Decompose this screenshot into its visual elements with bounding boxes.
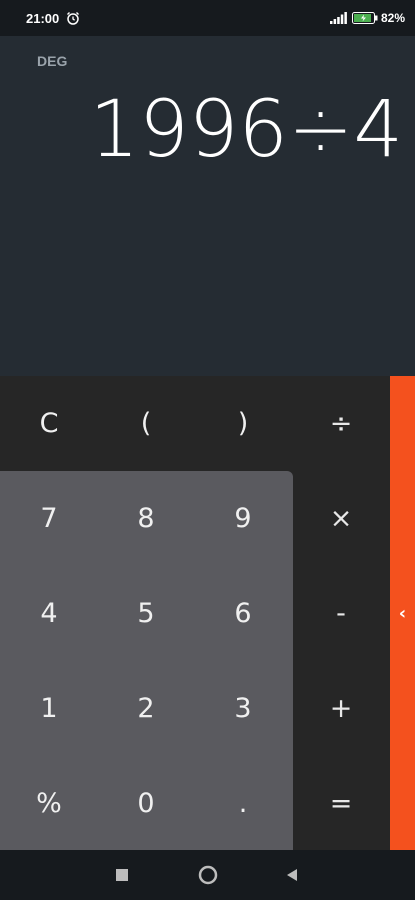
decimal-button[interactable]: . <box>195 756 291 850</box>
status-time: 21:00 <box>26 11 60 26</box>
digit-4-button[interactable]: 4 <box>1 566 97 660</box>
open-paren-button[interactable]: ( <box>98 376 194 470</box>
signal-icon <box>330 12 347 24</box>
system-nav-bar <box>0 850 415 900</box>
advanced-panel-handle[interactable]: ‹ <box>390 376 415 850</box>
digit-9-button[interactable]: 9 <box>195 471 291 565</box>
calculator-display: DEG 1996÷4 <box>0 36 415 376</box>
plus-button[interactable]: + <box>293 661 389 755</box>
keypad: C ( ) ÷ 7 8 9 × 4 5 6 - 1 2 3 + % 0 . = <box>0 376 390 855</box>
alarm-icon <box>67 12 79 25</box>
back-button[interactable] <box>282 865 302 885</box>
digit-3-button[interactable]: 3 <box>195 661 291 755</box>
clear-button[interactable]: C <box>1 376 97 470</box>
percent-button[interactable]: % <box>1 756 97 850</box>
digit-1-button[interactable]: 1 <box>1 661 97 755</box>
multiply-button[interactable]: × <box>293 471 389 565</box>
digit-6-button[interactable]: 6 <box>195 566 291 660</box>
chevron-left-icon: ‹ <box>398 602 407 624</box>
circle-home-icon <box>198 865 218 885</box>
digit-7-button[interactable]: 7 <box>1 471 97 565</box>
close-paren-button[interactable]: ) <box>195 376 291 470</box>
equals-button[interactable]: = <box>293 756 389 850</box>
expression-text: 1996÷4 <box>89 85 404 175</box>
digit-0-button[interactable]: 0 <box>98 756 194 850</box>
battery-icon <box>352 12 378 24</box>
digit-8-button[interactable]: 8 <box>98 471 194 565</box>
battery-percentage: 82% <box>381 11 406 25</box>
digit-5-button[interactable]: 5 <box>98 566 194 660</box>
divide-button[interactable]: ÷ <box>293 376 389 470</box>
recents-button[interactable] <box>112 865 132 885</box>
home-button[interactable] <box>198 865 218 885</box>
digit-2-button[interactable]: 2 <box>98 661 194 755</box>
angle-mode-toggle[interactable]: DEG <box>37 53 67 69</box>
triangle-back-icon <box>287 869 297 881</box>
square-recents-icon <box>116 869 128 881</box>
status-bar: 21:00 82% <box>0 0 415 36</box>
minus-button[interactable]: - <box>293 566 389 660</box>
